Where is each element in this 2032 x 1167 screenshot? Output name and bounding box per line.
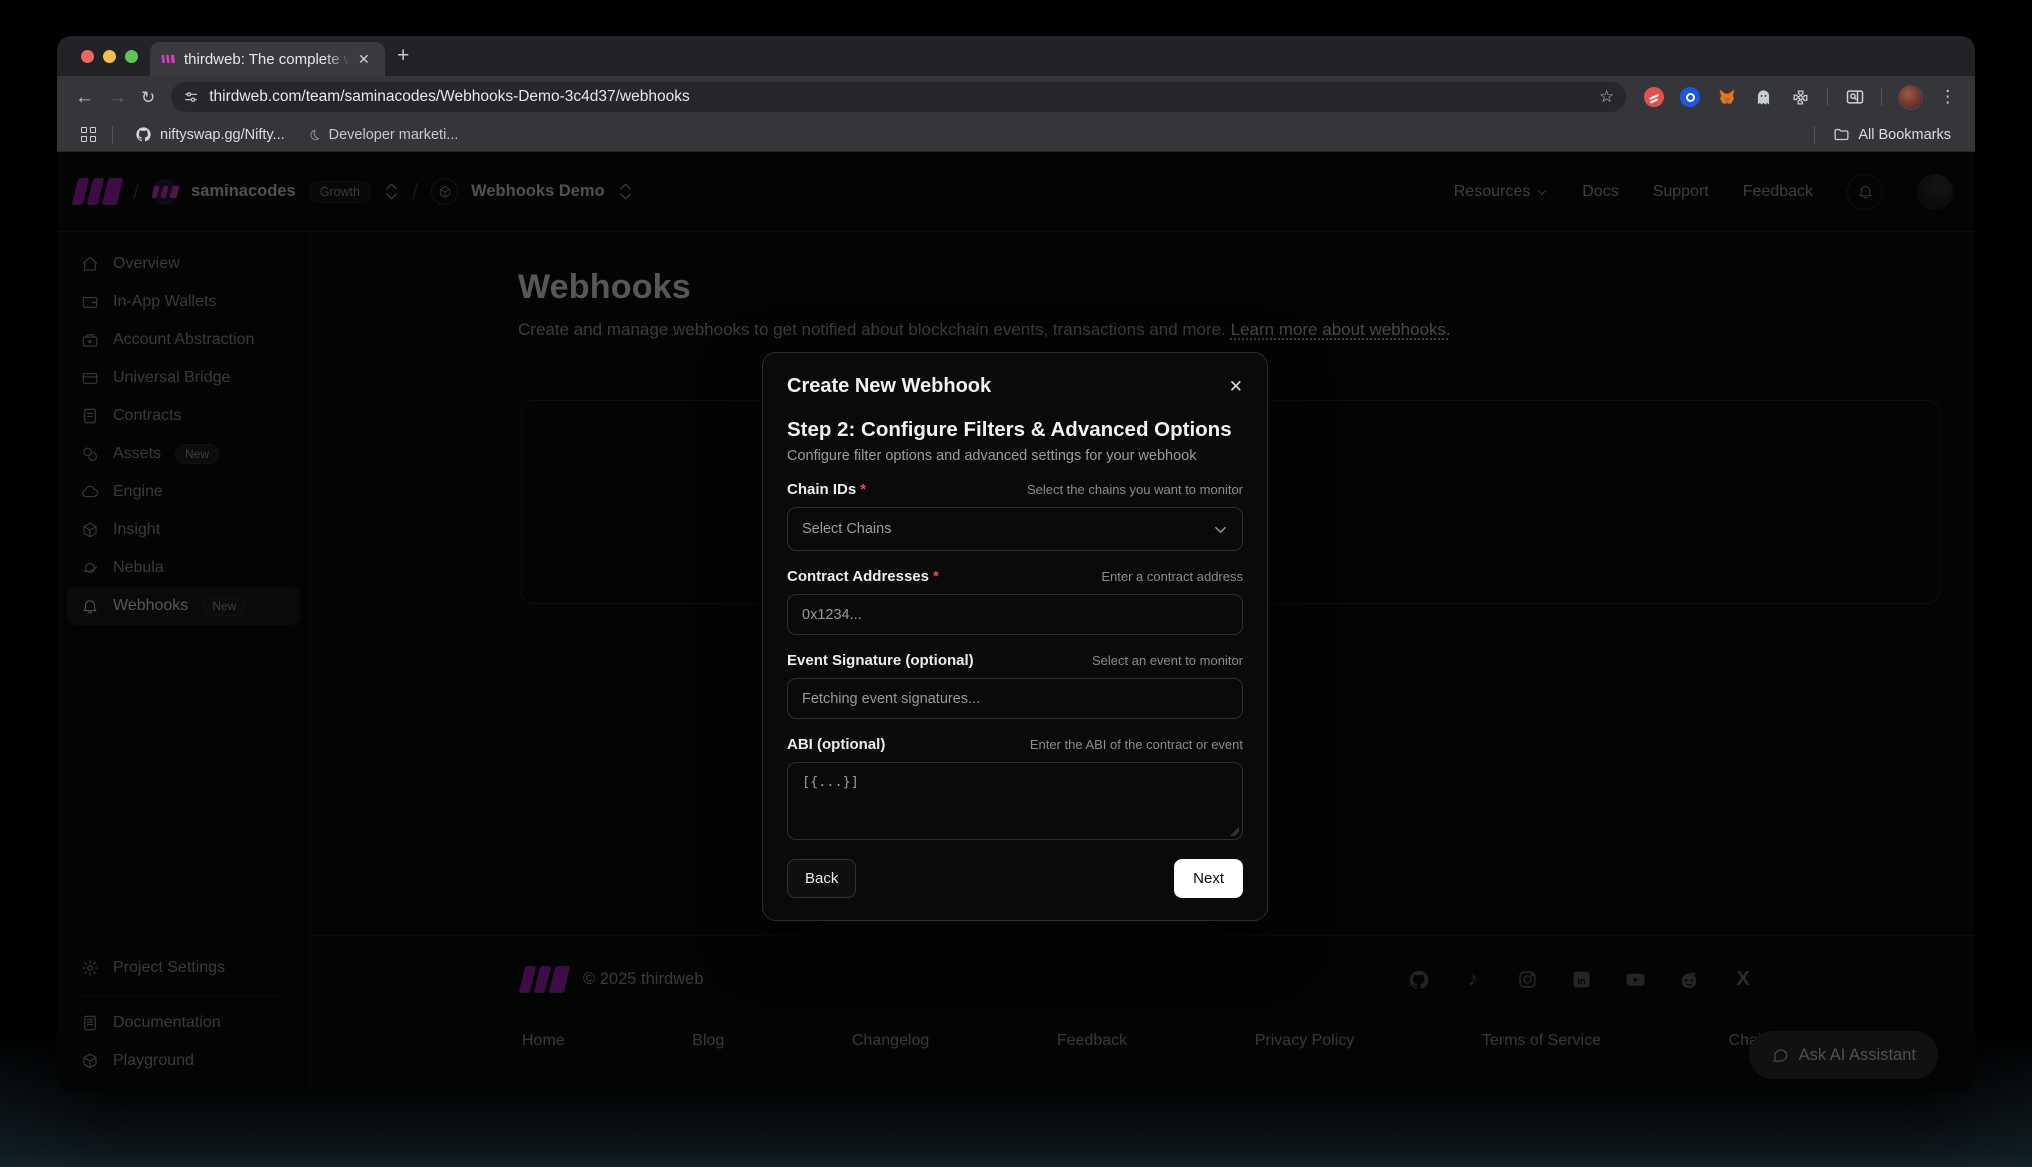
abi-textarea[interactable] — [787, 762, 1243, 840]
browser-window: thirdweb: The complete web3 ✕ + ← → ↻ th… — [57, 36, 1975, 1092]
close-window-button[interactable] — [81, 50, 94, 63]
bookmark-item-niftyswap[interactable]: niftyswap.gg/Nifty... — [135, 126, 285, 143]
extension-icon-red[interactable] — [1644, 87, 1664, 107]
modal-close-icon[interactable]: ✕ — [1229, 378, 1243, 395]
thirdweb-site: / saminacodes Growth / Webhooks Demo — [57, 152, 1975, 1092]
chrome-menu-icon[interactable]: ⋮ — [1939, 87, 1956, 107]
tab-close-icon[interactable]: ✕ — [358, 52, 370, 66]
side-panel-icon[interactable] — [1844, 87, 1865, 108]
minimize-window-button[interactable] — [103, 50, 116, 63]
desktop: { "colors": { "accent_pink": "#c026d3", … — [0, 0, 2032, 1167]
bookmark-star-icon[interactable]: ☆ — [1599, 87, 1614, 107]
bookmark-favicon — [307, 128, 321, 142]
github-favicon — [135, 126, 152, 143]
next-button[interactable]: Next — [1174, 859, 1243, 898]
modal-title: Create New Webhook — [787, 375, 991, 398]
thirdweb-favicon — [160, 51, 176, 67]
new-tab-button[interactable]: + — [397, 44, 409, 68]
forward-icon[interactable]: → — [108, 88, 127, 107]
abi-label: ABI (optional) — [787, 736, 885, 753]
folder-icon — [1833, 126, 1850, 143]
select-chains-placeholder: Select Chains — [802, 521, 891, 537]
contract-address-input[interactable] — [787, 594, 1243, 635]
step-title: Step 2: Configure Filters & Advanced Opt… — [787, 418, 1243, 442]
event-signature-input[interactable] — [787, 678, 1243, 719]
field-label-text: Chain IDs — [787, 481, 856, 498]
required-asterisk: * — [933, 568, 939, 585]
all-bookmarks-button[interactable]: All Bookmarks — [1833, 126, 1951, 143]
extension-icon-coinbase[interactable] — [1680, 87, 1700, 107]
field-label-text: Contract Addresses — [787, 568, 929, 585]
step-subtitle: Configure filter options and advanced se… — [787, 448, 1243, 464]
chrome-profile-avatar[interactable] — [1898, 85, 1923, 110]
browser-tab[interactable]: thirdweb: The complete web3 ✕ — [150, 42, 385, 76]
tab-title: thirdweb: The complete web3 — [184, 51, 350, 68]
tab-strip: thirdweb: The complete web3 ✕ + — [57, 36, 1975, 76]
bookmarks-bar: niftyswap.gg/Nifty... Developer marketi.… — [57, 118, 1975, 152]
bookmark-item-developer[interactable]: Developer marketi... — [307, 127, 459, 143]
event-signature-caption: Select an event to monitor — [1092, 653, 1243, 668]
reload-icon[interactable]: ↻ — [141, 89, 155, 106]
contract-addresses-label: Contract Addresses* — [787, 568, 939, 585]
browser-toolbar: ← → ↻ thirdweb.com/team/saminacodes/Webh… — [57, 76, 1975, 118]
site-settings-icon[interactable] — [183, 89, 199, 105]
address-bar[interactable]: thirdweb.com/team/saminacodes/Webhooks-D… — [171, 82, 1626, 112]
chain-ids-caption: Select the chains you want to monitor — [1027, 482, 1243, 497]
select-chains-dropdown[interactable]: Select Chains — [787, 507, 1243, 551]
traffic-lights — [81, 50, 138, 63]
metamask-icon[interactable] — [1716, 87, 1737, 108]
extensions-puzzle-icon[interactable] — [1790, 87, 1811, 108]
chain-ids-label: Chain IDs* — [787, 481, 866, 498]
nav-arrows: ← → ↻ — [57, 88, 169, 107]
event-signature-label: Event Signature (optional) — [787, 652, 974, 669]
back-button[interactable]: Back — [787, 859, 856, 898]
all-bookmarks-label: All Bookmarks — [1858, 127, 1951, 143]
abi-caption: Enter the ABI of the contract or event — [1030, 737, 1243, 752]
create-webhook-modal: Create New Webhook ✕ Step 2: Configure F… — [762, 352, 1268, 921]
apps-grid-icon[interactable] — [81, 127, 96, 142]
back-icon[interactable]: ← — [75, 88, 94, 107]
required-asterisk: * — [860, 481, 866, 498]
bookmark-label: niftyswap.gg/Nifty... — [160, 127, 285, 143]
url-text: thirdweb.com/team/saminacodes/Webhooks-D… — [209, 88, 689, 106]
zoom-window-button[interactable] — [125, 50, 138, 63]
ghost-wallet-icon[interactable] — [1753, 87, 1774, 108]
bookmark-label: Developer marketi... — [329, 127, 459, 143]
chevron-down-icon — [1213, 525, 1228, 534]
extension-row: ⋮ — [1644, 85, 1956, 110]
contract-addresses-caption: Enter a contract address — [1101, 569, 1243, 584]
